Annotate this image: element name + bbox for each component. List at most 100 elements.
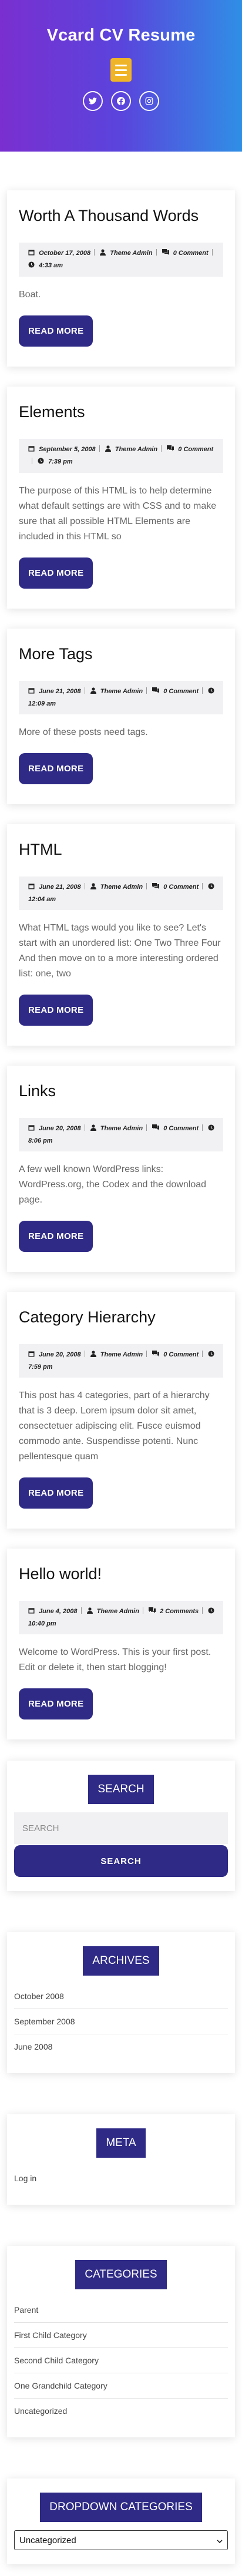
search-button[interactable]: SEARCH xyxy=(14,1845,228,1877)
user-icon xyxy=(90,686,96,698)
read-more-button[interactable]: READ MORE xyxy=(19,995,93,1026)
calendar-icon xyxy=(28,248,35,260)
post-title[interactable]: Links xyxy=(19,1082,223,1100)
post-meta: June 21, 2008 Theme Admin 0 Comment 12:0… xyxy=(19,681,223,714)
post-author[interactable]: Theme Admin xyxy=(115,446,157,453)
post-excerpt: What HTML tags would you like to see? Le… xyxy=(19,923,221,979)
user-icon xyxy=(86,1606,93,1618)
post-date[interactable]: October 17, 2008 xyxy=(39,250,90,257)
widget-title: META xyxy=(96,2128,146,2158)
comment-count[interactable]: 0 xyxy=(173,250,177,257)
read-more-button[interactable]: READ MORE xyxy=(19,1477,93,1509)
comment-count[interactable]: 0 xyxy=(163,1125,167,1132)
post-card: Worth A Thousand Words October 17, 2008 … xyxy=(7,190,235,367)
post-author[interactable]: Theme Admin xyxy=(100,884,143,891)
post-title[interactable]: Worth A Thousand Words xyxy=(19,207,223,225)
widget-title: DROPDOWN CATEGORIES xyxy=(40,2493,202,2522)
site-title[interactable]: Vcard CV Resume xyxy=(47,26,196,45)
calendar-icon xyxy=(28,1606,35,1618)
category-link[interactable]: One Grandchild Category xyxy=(14,2373,228,2399)
search-input[interactable]: SEARCH xyxy=(14,1812,228,1844)
post-title[interactable]: Hello world! xyxy=(19,1565,223,1583)
calendar-icon xyxy=(28,1123,35,1135)
user-icon xyxy=(90,1349,96,1361)
login-link[interactable]: Log in xyxy=(14,2166,228,2191)
site-header: Vcard CV Resume xyxy=(0,0,242,152)
read-more-button[interactable]: READ MORE xyxy=(19,315,93,347)
post-date[interactable]: June 21, 2008 xyxy=(39,688,81,695)
comments-icon xyxy=(152,1349,160,1361)
archives-widget: ARCHIVES October 2008 September 2008 Jun… xyxy=(7,1932,235,2073)
post-meta: June 20, 2008 Theme Admin 0 Comment 8:06… xyxy=(19,1118,223,1151)
clock-icon xyxy=(208,1349,214,1361)
menu-toggle-button[interactable] xyxy=(110,58,132,82)
comment-label: Comment xyxy=(169,1125,199,1132)
archive-link[interactable]: September 2008 xyxy=(14,2009,228,2034)
archive-link[interactable]: October 2008 xyxy=(14,1984,228,2009)
clock-icon xyxy=(38,456,44,468)
widget-title: SEARCH xyxy=(88,1775,154,1804)
comment-count[interactable]: 0 xyxy=(163,688,167,695)
widget-title: CATEGORIES xyxy=(75,2260,167,2289)
chevron-down-icon xyxy=(217,2535,223,2545)
post-date[interactable]: June 4, 2008 xyxy=(39,1608,77,1615)
category-link[interactable]: Second Child Category xyxy=(14,2348,228,2373)
post-author[interactable]: Theme Admin xyxy=(100,1125,143,1132)
categories-list: Parent First Child Category Second Child… xyxy=(14,2298,228,2423)
category-select[interactable]: Uncategorized xyxy=(14,2530,228,2550)
category-select-value: Uncategorized xyxy=(19,2535,76,2545)
read-more-button[interactable]: READ MORE xyxy=(19,1221,93,1252)
post-excerpt: Boat. xyxy=(19,290,41,300)
post-author[interactable]: Theme Admin xyxy=(97,1608,139,1615)
post-card: Elements September 5, 2008 Theme Admin 0… xyxy=(7,387,235,609)
post-author[interactable]: Theme Admin xyxy=(100,1351,143,1358)
post-card: More Tags June 21, 2008 Theme Admin 0 Co… xyxy=(7,629,235,804)
user-icon xyxy=(105,444,111,456)
post-author[interactable]: Theme Admin xyxy=(110,250,152,257)
post-card: HTML June 21, 2008 Theme Admin 0 Comment… xyxy=(7,824,235,1046)
post-author[interactable]: Theme Admin xyxy=(100,688,143,695)
read-more-button[interactable]: READ MORE xyxy=(19,753,93,784)
comments-icon xyxy=(152,882,160,894)
post-meta: October 17, 2008 Theme Admin 0 Comment 4… xyxy=(19,243,223,277)
read-more-button[interactable]: READ MORE xyxy=(19,1688,93,1719)
meta-widget: META Log in xyxy=(7,2114,235,2205)
category-link[interactable]: Uncategorized xyxy=(14,2399,228,2423)
read-more-button[interactable]: READ MORE xyxy=(19,557,93,589)
menu-bar-icon xyxy=(115,64,127,66)
comment-count[interactable]: 2 xyxy=(160,1608,163,1615)
comment-label: Comment xyxy=(169,1351,199,1358)
comment-label: Comment xyxy=(169,688,199,695)
post-title[interactable]: HTML xyxy=(19,841,223,859)
post-title[interactable]: More Tags xyxy=(19,645,223,663)
post-date[interactable]: September 5, 2008 xyxy=(39,446,96,453)
comments-icon xyxy=(152,1123,160,1135)
post-title[interactable]: Category Hierarchy xyxy=(19,1308,223,1326)
comment-count[interactable]: 0 xyxy=(178,446,182,453)
comment-label: Comment xyxy=(183,446,214,453)
post-meta: June 21, 2008 Theme Admin 0 Comment 12:0… xyxy=(19,876,223,910)
post-title[interactable]: Elements xyxy=(19,403,223,421)
post-card: Hello world! June 4, 2008 Theme Admin 2 … xyxy=(7,1549,235,1739)
post-date[interactable]: June 20, 2008 xyxy=(39,1351,81,1358)
twitter-icon[interactable] xyxy=(83,91,103,111)
post-date[interactable]: June 21, 2008 xyxy=(39,884,81,891)
category-link[interactable]: First Child Category xyxy=(14,2323,228,2348)
instagram-icon[interactable] xyxy=(139,91,159,111)
post-excerpt: This post has 4 categories, part of a hi… xyxy=(19,1391,210,1462)
comment-count[interactable]: 0 xyxy=(163,1351,167,1358)
post-date[interactable]: June 20, 2008 xyxy=(39,1125,81,1132)
menu-bar-icon xyxy=(115,69,127,71)
comment-label: Comments xyxy=(165,1608,199,1615)
post-time: 12:04 am xyxy=(28,896,56,903)
archive-link[interactable]: June 2008 xyxy=(14,2034,228,2059)
facebook-icon[interactable] xyxy=(111,91,131,111)
comment-count[interactable]: 0 xyxy=(163,884,167,891)
meta-list: Log in xyxy=(14,2166,228,2191)
comment-label: Comment xyxy=(169,884,199,891)
archives-list: October 2008 September 2008 June 2008 xyxy=(14,1984,228,2059)
post-excerpt: A few well known WordPress links: WordPr… xyxy=(19,1164,207,1205)
calendar-icon xyxy=(28,686,35,698)
category-link[interactable]: Parent xyxy=(14,2298,228,2323)
categories-widget: CATEGORIES Parent First Child Category S… xyxy=(7,2246,235,2437)
